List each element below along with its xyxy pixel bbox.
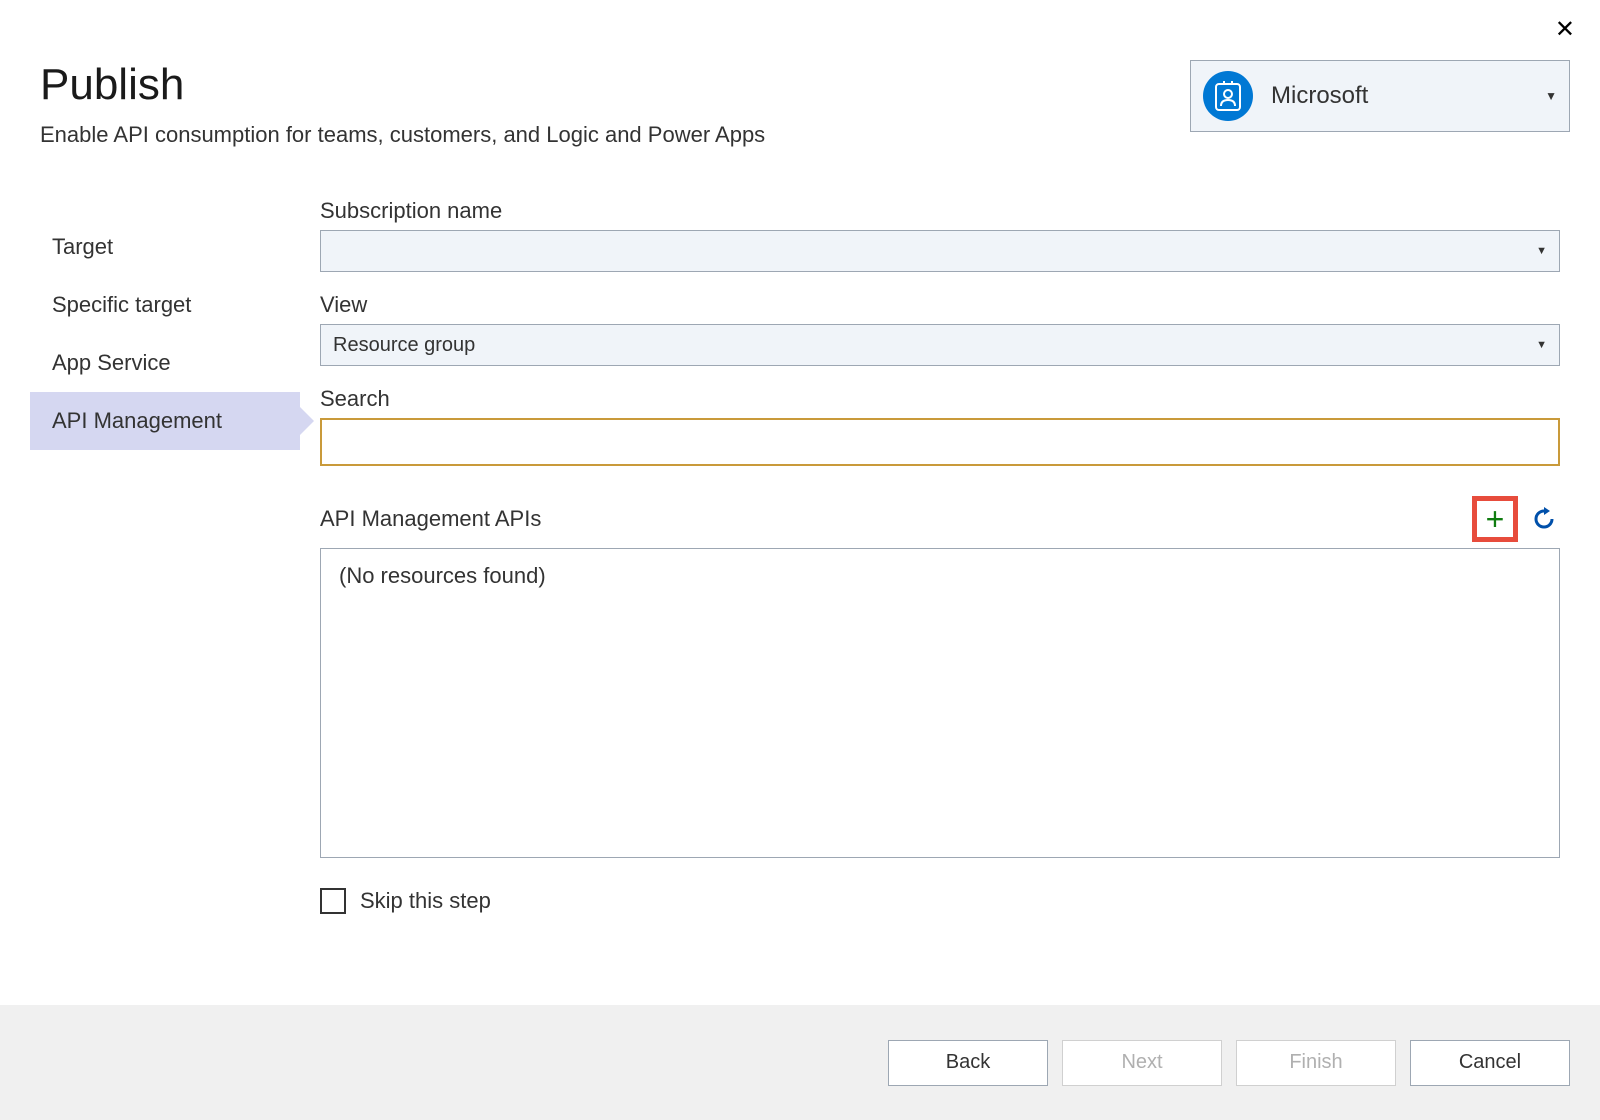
api-title: API Management APIs (320, 506, 1472, 532)
footer: Back Next Finish Cancel (0, 1005, 1600, 1120)
search-group: Search (320, 386, 1560, 466)
search-label: Search (320, 386, 1560, 412)
cancel-button[interactable]: Cancel (1410, 1040, 1570, 1086)
chevron-down-icon: ▼ (1536, 339, 1547, 351)
sidebar-item-app-service[interactable]: App Service (30, 334, 300, 392)
sidebar-item-target[interactable]: Target (30, 218, 300, 276)
main-panel: Subscription name ▼ View Resource group … (300, 198, 1570, 914)
sidebar-item-label: App Service (52, 350, 171, 375)
no-resources-text: (No resources found) (339, 563, 546, 588)
api-header: API Management APIs + (320, 496, 1560, 542)
view-dropdown[interactable]: Resource group ▼ (320, 324, 1560, 366)
sidebar-item-label: Target (52, 234, 113, 259)
sidebar-item-api-management[interactable]: API Management (30, 392, 300, 450)
finish-button[interactable]: Finish (1236, 1040, 1396, 1086)
sidebar-item-label: API Management (52, 408, 222, 433)
account-label: Microsoft (1271, 82, 1545, 110)
next-button[interactable]: Next (1062, 1040, 1222, 1086)
view-label: View (320, 292, 1560, 318)
close-button[interactable]: ✕ (1555, 15, 1575, 44)
account-selector[interactable]: Microsoft ▼ (1190, 60, 1570, 132)
chevron-down-icon: ▼ (1536, 245, 1547, 257)
view-group: View Resource group ▼ (320, 292, 1560, 366)
api-section: API Management APIs + (No resources foun… (320, 496, 1560, 858)
add-button[interactable]: + (1481, 505, 1509, 533)
view-value: Resource group (333, 334, 1536, 357)
subscription-group: Subscription name ▼ (320, 198, 1560, 272)
search-input[interactable] (320, 418, 1560, 466)
subscription-label: Subscription name (320, 198, 1560, 224)
content: Target Specific target App Service API M… (0, 168, 1600, 914)
sidebar-item-label: Specific target (52, 292, 191, 317)
badge-icon (1203, 71, 1253, 121)
refresh-button[interactable] (1528, 503, 1560, 535)
api-list[interactable]: (No resources found) (320, 548, 1560, 858)
skip-label: Skip this step (360, 888, 491, 914)
skip-checkbox[interactable] (320, 888, 346, 914)
sidebar-item-specific-target[interactable]: Specific target (30, 276, 300, 334)
refresh-icon (1531, 506, 1557, 532)
subscription-dropdown[interactable]: ▼ (320, 230, 1560, 272)
back-button[interactable]: Back (888, 1040, 1048, 1086)
sidebar: Target Specific target App Service API M… (30, 198, 300, 914)
plus-icon: + (1486, 503, 1505, 535)
skip-step: Skip this step (320, 888, 1560, 914)
chevron-down-icon: ▼ (1545, 89, 1557, 103)
add-highlight: + (1472, 496, 1518, 542)
